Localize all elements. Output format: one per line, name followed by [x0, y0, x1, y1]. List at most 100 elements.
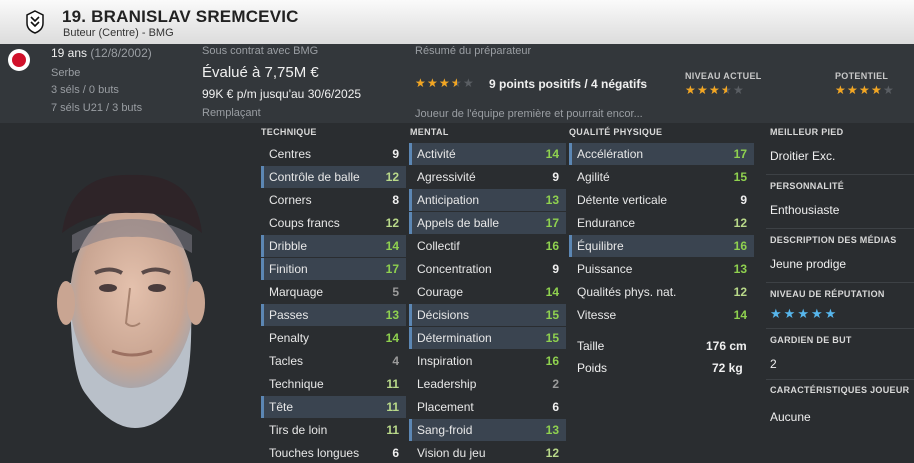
player-value: Évalué à 7,75M € [202, 64, 319, 81]
attribute-row[interactable]: Contrôle de balle 12 [261, 166, 406, 188]
media-description-label: DESCRIPTION DES MÉDIAS [770, 235, 897, 245]
attribute-name: Sang-froid [417, 423, 473, 437]
attribute-value: 8 [392, 193, 399, 207]
attribute-row[interactable]: Accélération 17 [569, 143, 754, 165]
attribute-name: Décisions [417, 308, 470, 322]
attribute-value: 12 [545, 446, 559, 460]
attribute-row[interactable]: Agilité 15 [569, 166, 754, 188]
attribute-value: 12 [733, 285, 747, 299]
report-text[interactable]: Joueur de l'équipe première et pourrait … [415, 108, 643, 120]
attribute-row[interactable]: Endurance 12 [569, 212, 754, 234]
attribute-row[interactable]: Inspiration 16 [409, 350, 566, 372]
attribute-row[interactable]: Équilibre 16 [569, 235, 754, 257]
player-traits-label: CARACTÉRISTIQUES JOUEUR [770, 385, 910, 395]
player-traits[interactable]: Aucune [770, 410, 811, 424]
attribute-value: 12 [385, 170, 399, 184]
personality[interactable]: Enthousiaste [770, 203, 839, 217]
media-description[interactable]: Jeune prodige [770, 257, 846, 271]
attribute-row[interactable]: Concentration 9 [409, 258, 566, 280]
attribute-name: Qualités phys. nat. [577, 285, 677, 299]
attribute-value: 14 [385, 239, 399, 253]
player-portrait [0, 123, 255, 463]
attribute-row[interactable]: Finition 17 [261, 258, 406, 280]
attribute-row[interactable]: Tacles 4 [261, 350, 406, 372]
attribute-name: Équilibre [577, 239, 624, 253]
potential-stars: ★★★★★★★★★★ [835, 83, 894, 97]
star-icon: ★★ [451, 76, 462, 90]
attribute-name: Concentration [417, 262, 492, 276]
attribute-row[interactable]: Touches longues 6 [261, 442, 406, 463]
attribute-row[interactable]: Activité 14 [409, 143, 566, 165]
club-crest-icon [26, 10, 44, 34]
reputation-star-icon: ★ [770, 306, 782, 321]
attribute-name: Dribble [269, 239, 308, 253]
attribute-row[interactable]: Dribble 14 [261, 235, 406, 257]
attribute-value: 13 [545, 193, 559, 207]
attribute-row[interactable]: Passes 13 [261, 304, 406, 326]
report-summary[interactable]: 9 points positifs / 4 négatifs [489, 77, 647, 91]
attribute-row[interactable]: Puissance 13 [569, 258, 754, 280]
star-icon: ★★ [871, 83, 882, 97]
attribute-row[interactable]: Placement 6 [409, 396, 566, 418]
report-rating-stars: ★★★★★★★★★★ [415, 76, 474, 90]
player-face-image [57, 174, 205, 428]
attribute-row[interactable]: Vision du jeu 12 [409, 442, 566, 463]
attribute-value: 2 [552, 377, 559, 391]
reputation-star-icon: ★ [824, 306, 837, 321]
current-ability-label: NIVEAU ACTUEL [685, 71, 762, 81]
player-header: 19. BRANISLAV SREMCEVIC Buteur (Centre) … [0, 0, 914, 44]
attribute-row[interactable]: Vitesse 14 [569, 304, 754, 326]
squad-status[interactable]: Remplaçant [202, 107, 261, 119]
attribute-row[interactable]: Décisions 15 [409, 304, 566, 326]
attribute-value: 15 [733, 170, 747, 184]
attribute-row[interactable]: Leadership 2 [409, 373, 566, 395]
height-value: 176 cm [706, 339, 747, 353]
attribute-row[interactable]: Technique 11 [261, 373, 406, 395]
attribute-name: Puissance [577, 262, 633, 276]
attribute-row[interactable]: Tête 11 [261, 396, 406, 418]
star-icon: ★★ [427, 76, 438, 90]
attribute-row[interactable]: Corners 8 [261, 189, 406, 211]
attribute-row[interactable]: Détente verticale 9 [569, 189, 754, 211]
star-icon: ★★ [835, 83, 846, 97]
reputation-star-icon: ★ [810, 306, 823, 321]
attribute-value: 14 [385, 331, 399, 345]
attribute-row[interactable]: Anticipation 13 [409, 189, 566, 211]
attribute-row[interactable]: Agressivité 9 [409, 166, 566, 188]
attribute-row[interactable]: Qualités phys. nat. 12 [569, 281, 754, 303]
player-position-club[interactable]: Buteur (Centre) - BMG [63, 27, 174, 39]
weight-value: 72 kg [712, 361, 743, 375]
attribute-row[interactable]: Tirs de loin 11 [261, 419, 406, 441]
attribute-row[interactable]: Détermination 15 [409, 327, 566, 349]
attribute-row[interactable]: Collectif 16 [409, 235, 566, 257]
attribute-row[interactable]: Centres 9 [261, 143, 406, 165]
attribute-name: Activité [417, 147, 456, 161]
age-line: 19 ans (12/8/2002) [51, 46, 152, 60]
attribute-value: 6 [552, 400, 559, 414]
attribute-value: 11 [386, 423, 399, 437]
attribute-name: Corners [269, 193, 312, 207]
attribute-row[interactable]: Marquage 5 [261, 281, 406, 303]
attribute-value: 17 [733, 147, 747, 161]
attribute-row[interactable]: Coups francs 12 [261, 212, 406, 234]
nationality-flag-icon[interactable] [8, 49, 30, 71]
attribute-row[interactable]: Courage 14 [409, 281, 566, 303]
attribute-name: Agilité [577, 170, 610, 184]
attribute-value: 15 [545, 331, 559, 345]
attribute-value: 11 [386, 400, 399, 414]
attribute-name: Coups francs [269, 216, 340, 230]
attribute-name: Technique [269, 377, 324, 391]
attribute-name: Vitesse [577, 308, 617, 322]
reputation-star-icon: ★ [783, 306, 796, 321]
star-icon: ★★ [463, 76, 474, 90]
personality-label: PERSONNALITÉ [770, 181, 845, 191]
attribute-row[interactable]: Sang-froid 13 [409, 419, 566, 441]
player-profile: { "header": { "name": "19. BRANISLAV SRE… [0, 0, 914, 463]
attribute-value: 6 [392, 446, 399, 460]
u21-caps: 7 séls U21 / 3 buts [51, 102, 143, 114]
nationality[interactable]: Serbe [51, 67, 80, 79]
attribute-row[interactable]: Penalty 14 [261, 327, 406, 349]
attribute-row[interactable]: Appels de balle 17 [409, 212, 566, 234]
star-icon: ★★ [697, 83, 708, 97]
attribute-name: Tête [269, 400, 294, 414]
